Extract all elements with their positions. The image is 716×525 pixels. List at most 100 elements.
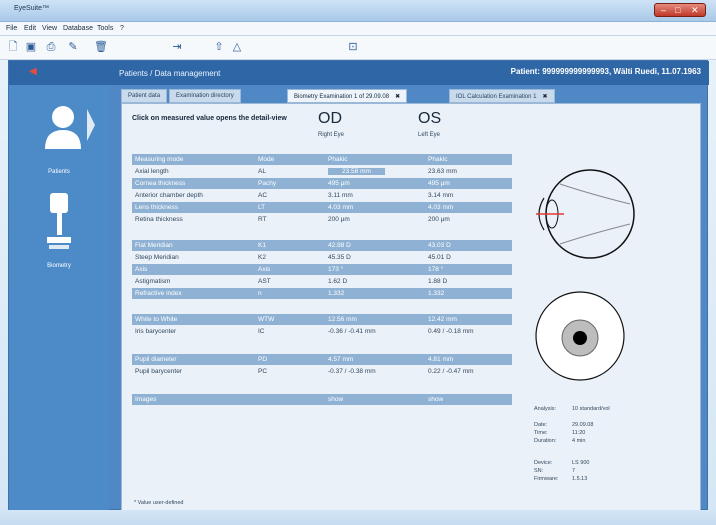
os-value[interactable]: 4.81 mm <box>428 356 453 363</box>
os-value[interactable]: 0.49 / -0.18 mm <box>428 328 474 335</box>
od-value[interactable]: -0.37 / -0.38 mm <box>328 368 376 375</box>
analysis-value: 10 standard/vol <box>572 406 610 412</box>
os-value[interactable]: 178 ° <box>428 266 443 273</box>
row-abbreviation: PC <box>258 368 268 375</box>
tab-biometry-examination[interactable]: Biometry Examination 1 of 29.09.08 ✖ <box>287 89 408 103</box>
table-row[interactable]: Measuring mode Mode Phakic Phakic <box>132 154 512 165</box>
sidebar-item-biometry[interactable]: Biometry <box>9 263 109 269</box>
row-label: Pupil barycenter <box>135 368 182 375</box>
od-value[interactable]: Phakic <box>328 156 348 163</box>
analysis-label: Analysis: <box>534 406 557 412</box>
os-value[interactable]: Phakic <box>428 156 448 163</box>
os-value[interactable]: show <box>428 396 443 403</box>
iris-pupil-diagram[interactable] <box>532 288 628 384</box>
menu-file[interactable]: File <box>6 25 17 32</box>
od-value[interactable]: 12.56 mm <box>328 316 357 323</box>
menu-database[interactable]: Database <box>63 25 93 32</box>
biometry-icon[interactable] <box>47 193 73 253</box>
patients-icon[interactable] <box>43 103 95 155</box>
row-label: Measuring mode <box>135 156 184 163</box>
import-icon[interactable]: ⇥ <box>170 40 184 54</box>
eye-cross-section-diagram[interactable] <box>530 164 640 274</box>
meta-label: Time: <box>534 430 548 436</box>
minimize-icon[interactable]: – <box>661 5 666 15</box>
table-row[interactable]: Axis Axis 173 ° 178 ° <box>132 264 512 275</box>
od-subheading: Right Eye <box>318 132 345 138</box>
delete-icon[interactable]: 🗑 <box>94 40 108 54</box>
edit-icon[interactable]: ✎ <box>66 40 80 54</box>
os-subheading: Left Eye <box>418 132 441 138</box>
od-value[interactable]: 1.62 D <box>328 278 347 285</box>
table-row[interactable]: Refractive index n 1.332 1.332 <box>132 288 512 299</box>
close-tab-icon[interactable]: ✖ <box>543 94 548 100</box>
od-value[interactable]: 1.332 <box>328 290 344 297</box>
os-value[interactable]: 3.14 mm <box>428 192 453 199</box>
os-value[interactable]: 4.03 mm <box>428 204 453 211</box>
os-value[interactable]: 495 µm <box>428 180 450 187</box>
tab-examination-directory[interactable]: Examination directory <box>169 89 241 103</box>
row-abbreviation: AST <box>258 278 271 285</box>
device-value: 7 <box>572 468 576 474</box>
os-value[interactable]: 200 µm <box>428 216 450 223</box>
menu-help[interactable]: ? <box>120 25 124 32</box>
screen-icon[interactable]: ⊡ <box>346 40 360 54</box>
sidebar-item-patients[interactable]: Patients <box>9 169 109 175</box>
device-label: SN: <box>534 468 544 474</box>
menu-view[interactable]: View <box>42 25 57 32</box>
close-tab-icon[interactable]: ✖ <box>395 94 400 100</box>
window-controls[interactable]: – □ ✕ <box>654 3 706 17</box>
table-row[interactable]: Steep Meridian K2 45.35 D 45.01 D <box>132 252 512 263</box>
tab-iol-calculation[interactable]: IOL Calculation Examination 1 ✖ <box>449 89 555 103</box>
od-value[interactable]: 4.57 mm <box>328 356 353 363</box>
maximize-icon[interactable]: □ <box>675 5 680 15</box>
table-row[interactable]: Cornea thickness Pachy 495 µm 495 µm <box>132 178 512 189</box>
os-value[interactable]: 12.42 mm <box>428 316 457 323</box>
table-row[interactable]: Pupil diameter PD 4.57 mm 4.81 mm <box>132 354 512 365</box>
row-label: Refractive index <box>135 290 182 297</box>
table-row[interactable]: Images show show <box>132 394 512 405</box>
os-value[interactable]: 45.01 D <box>428 254 451 261</box>
os-value[interactable]: 1.88 D <box>428 278 447 285</box>
menu-edit[interactable]: Edit <box>24 25 36 32</box>
od-value[interactable]: 23.58 mm <box>328 168 385 175</box>
table-row[interactable]: Lens thickness LT 4.03 mm 4.03 mm <box>132 202 512 213</box>
table-row[interactable]: Astigmatism AST 1.62 D 1.88 D <box>132 276 512 287</box>
os-heading: OS <box>418 110 442 127</box>
table-row[interactable]: Pupil barycenter PC -0.37 / -0.38 mm 0.22 /… <box>132 366 512 377</box>
os-value[interactable]: 43.03 D <box>428 242 451 249</box>
os-value[interactable]: 23.63 mm <box>428 168 457 175</box>
od-value[interactable]: 45.35 D <box>328 254 351 261</box>
meta-value: 11:20 <box>572 430 586 436</box>
tab-patient-data[interactable]: Patient data <box>121 89 168 103</box>
table-row[interactable]: Iris barycenter IC -0.36 / -0.41 mm 0.49 / … <box>132 326 512 337</box>
row-abbreviation: Pachy <box>258 180 277 187</box>
row-label: Anterior chamber depth <box>135 192 203 199</box>
meta-value: 29.09.08 <box>572 422 594 428</box>
new-file-icon[interactable]: 🗋 <box>6 40 20 54</box>
table-row[interactable]: Flat Meridian K1 42.98 D 43.03 D <box>132 240 512 251</box>
row-abbreviation: IC <box>258 328 265 335</box>
os-value[interactable]: 0.22 / -0.47 mm <box>428 368 474 375</box>
od-value[interactable]: 495 µm <box>328 180 350 187</box>
table-row[interactable]: White to White WTW 12.56 mm 12.42 mm <box>132 314 512 325</box>
od-value[interactable]: 4.03 mm <box>328 204 353 211</box>
save-icon[interactable]: ▣ <box>24 40 38 54</box>
od-value[interactable]: 200 µm <box>328 216 350 223</box>
od-value[interactable]: 42.98 D <box>328 242 351 249</box>
row-abbreviation: Mode <box>258 156 275 163</box>
od-value[interactable]: show <box>328 396 343 403</box>
upload-icon[interactable]: ⇧ <box>212 40 226 54</box>
os-value[interactable]: 1.332 <box>428 290 444 297</box>
menu-tools[interactable]: Tools <box>97 25 113 32</box>
table-row[interactable]: Axial length AL 23.58 mm 23.63 mm <box>132 166 512 177</box>
warning-icon[interactable]: △ <box>230 40 244 54</box>
od-value[interactable]: 173 ° <box>328 266 343 273</box>
print-icon[interactable]: ⎙ <box>44 40 58 54</box>
table-row[interactable]: Anterior chamber depth AC 3.11 mm 3.14 mm <box>132 190 512 201</box>
close-icon[interactable]: ✕ <box>691 5 699 16</box>
row-abbreviation: K1 <box>258 242 266 249</box>
table-row[interactable]: Retina thickness RT 200 µm 200 µm <box>132 214 512 225</box>
od-value[interactable]: 3.11 mm <box>328 192 353 199</box>
od-value[interactable]: -0.36 / -0.41 mm <box>328 328 376 335</box>
back-arrow-icon[interactable]: ◀ <box>29 66 37 77</box>
